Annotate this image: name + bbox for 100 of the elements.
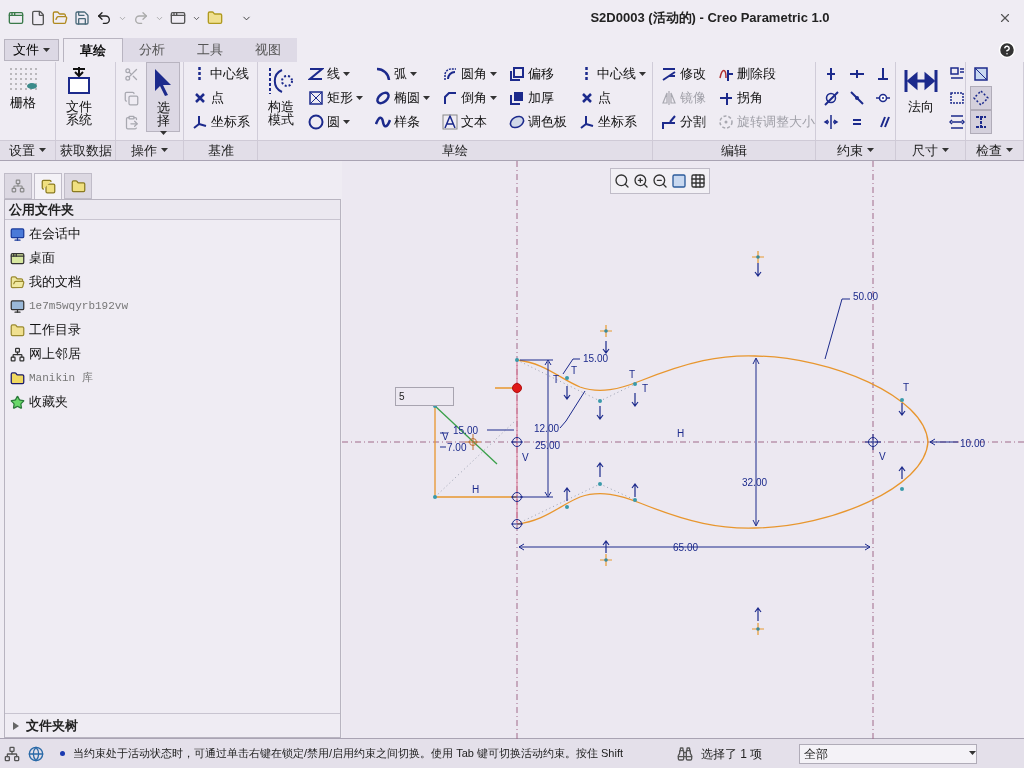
vertex-marker[interactable] xyxy=(510,519,524,529)
ribbon-button[interactable]: 椭圆 xyxy=(371,86,434,110)
save-icon[interactable] xyxy=(74,10,90,26)
ribbon-tab[interactable]: 视图 xyxy=(239,38,297,62)
help-icon[interactable] xyxy=(998,41,1016,59)
constraint-label[interactable]: H xyxy=(677,428,685,439)
group-menu[interactable]: 尺寸 xyxy=(912,140,949,161)
folder-tree-toggle[interactable]: 文件夹树 xyxy=(5,713,340,737)
folder-item[interactable]: 在会话中 xyxy=(5,222,340,246)
group-menu[interactable]: 约束 xyxy=(837,140,874,161)
dimension-label[interactable]: 15.00 xyxy=(583,353,609,364)
folder-item[interactable]: 桌面 xyxy=(5,246,340,270)
reference-point[interactable] xyxy=(751,250,765,264)
ribbon-tab[interactable]: 草绘 xyxy=(63,38,123,62)
ribbon-tab[interactable]: 分析 xyxy=(123,38,181,62)
ribbon-button[interactable]: 倒角 xyxy=(438,86,501,110)
constraint-label[interactable]: T xyxy=(553,374,560,385)
ribbon-button[interactable]: 分割 xyxy=(657,110,710,134)
ribbon-button[interactable]: 矩形 xyxy=(304,86,367,110)
panel-tab[interactable] xyxy=(34,173,62,199)
ribbon-button[interactable]: 点 xyxy=(188,86,254,110)
folder-icon[interactable] xyxy=(207,10,223,26)
ribbon-button[interactable]: 样条 xyxy=(371,110,434,134)
ribbon-button[interactable]: 坐标系 xyxy=(188,110,254,134)
reference-point[interactable] xyxy=(599,324,613,338)
constraint-label[interactable]: V xyxy=(522,452,529,463)
ribbon-button[interactable]: 构造模式 xyxy=(262,62,300,132)
close-icon[interactable] xyxy=(998,11,1012,25)
ribbon-button[interactable]: 选择 xyxy=(146,62,180,132)
ribbon-button[interactable]: 法向 xyxy=(900,62,942,132)
dimension-label[interactable]: 32.00 xyxy=(742,477,768,488)
folder-item[interactable]: Manikin 库 xyxy=(5,366,340,390)
tree-icon[interactable] xyxy=(4,745,20,762)
display-style-icon[interactable] xyxy=(690,173,706,189)
crosshair-marker[interactable] xyxy=(864,433,882,451)
constraint-label[interactable]: T xyxy=(642,383,649,394)
dimension-label[interactable]: 65.00 xyxy=(673,542,699,553)
group-menu[interactable]: 检查 xyxy=(976,140,1013,161)
binoculars-icon[interactable] xyxy=(677,745,693,762)
vertex-marker[interactable] xyxy=(510,492,524,502)
selected-point[interactable] xyxy=(512,383,522,393)
constraint-label[interactable]: V xyxy=(879,451,886,462)
constraint-label[interactable]: T xyxy=(629,369,636,380)
ribbon-button[interactable]: 弧 xyxy=(371,62,434,86)
ribbon-button[interactable]: 修改 xyxy=(657,62,710,86)
ribbon-button[interactable]: 圆角 xyxy=(438,62,501,86)
filter-dropdown[interactable]: 全部 xyxy=(799,743,977,764)
panel-tab[interactable] xyxy=(64,173,92,199)
folder-item[interactable]: 1e7m5wqyrb192vw xyxy=(5,294,340,318)
globe-icon[interactable] xyxy=(28,745,44,762)
construction-line[interactable] xyxy=(434,405,498,465)
arrow-icon xyxy=(631,483,639,498)
file-menu[interactable]: 文件 xyxy=(4,39,59,61)
ribbon-button[interactable]: 调色板 xyxy=(505,110,571,134)
folder-item[interactable]: 收藏夹 xyxy=(5,390,340,414)
ribbon-button[interactable]: 文本 xyxy=(438,110,501,134)
constraint-label[interactable]: T xyxy=(571,365,578,376)
ribbon-button[interactable]: 中心线 xyxy=(575,62,650,86)
dimension-label[interactable]: 12.00 xyxy=(534,423,560,434)
app-icon[interactable] xyxy=(8,10,24,26)
constraint-label[interactable]: T xyxy=(903,382,910,393)
ribbon-button[interactable]: 坐标系 xyxy=(575,110,650,134)
dimension-label[interactable]: 7.00 xyxy=(447,442,467,453)
reference-point[interactable] xyxy=(599,553,613,567)
vertex-marker[interactable] xyxy=(510,437,524,447)
dimension-input[interactable]: 5 xyxy=(395,387,454,406)
ribbon-button[interactable]: 栅格 xyxy=(4,62,42,132)
ribbon-button[interactable]: 加厚 xyxy=(505,86,571,110)
folder-item[interactable]: 网上邻居 xyxy=(5,342,340,366)
undo-icon[interactable] xyxy=(96,10,112,26)
new-file-icon[interactable] xyxy=(30,10,46,26)
refit-icon[interactable] xyxy=(671,173,687,189)
window-icon[interactable] xyxy=(170,10,186,26)
panel-tab[interactable] xyxy=(4,173,32,199)
zoom-out-icon[interactable] xyxy=(652,173,668,189)
open-folder-icon[interactable] xyxy=(52,10,68,26)
sketch-line[interactable] xyxy=(516,359,518,525)
ribbon-button[interactable]: 文件系统 xyxy=(60,62,98,132)
ribbon-button[interactable]: 线 xyxy=(304,62,367,86)
folder-item[interactable]: 工作目录 xyxy=(5,318,340,342)
ribbon-button[interactable]: 圆 xyxy=(304,110,367,134)
group-menu[interactable]: 设置 xyxy=(9,140,46,161)
group-menu[interactable]: 操作 xyxy=(131,140,168,161)
dimension-label[interactable]: 10.00 xyxy=(960,438,986,449)
ribbon-button[interactable]: 中心线 xyxy=(188,62,254,86)
ribbon-tab[interactable]: 工具 xyxy=(181,38,239,62)
ribbon-button[interactable]: 点 xyxy=(575,86,650,110)
zoom-fit-icon[interactable] xyxy=(614,173,630,189)
dimension-label[interactable]: 25.00 xyxy=(535,440,561,451)
dimension-label[interactable]: 50.00 xyxy=(853,291,879,302)
ribbon-button[interactable]: 拐角 xyxy=(714,86,819,110)
ribbon-button[interactable]: 偏移 xyxy=(505,62,571,86)
constraint-label[interactable]: V xyxy=(442,431,449,442)
ribbon-button[interactable]: 删除段 xyxy=(714,62,819,86)
crosshair-marker[interactable] xyxy=(464,433,482,451)
folder-item[interactable]: 我的文档 xyxy=(5,270,340,294)
zoom-in-icon[interactable] xyxy=(633,173,649,189)
constraint-label[interactable]: H xyxy=(472,484,480,495)
reference-point[interactable] xyxy=(751,622,765,636)
ribbon-icon-button[interactable] xyxy=(970,110,992,134)
